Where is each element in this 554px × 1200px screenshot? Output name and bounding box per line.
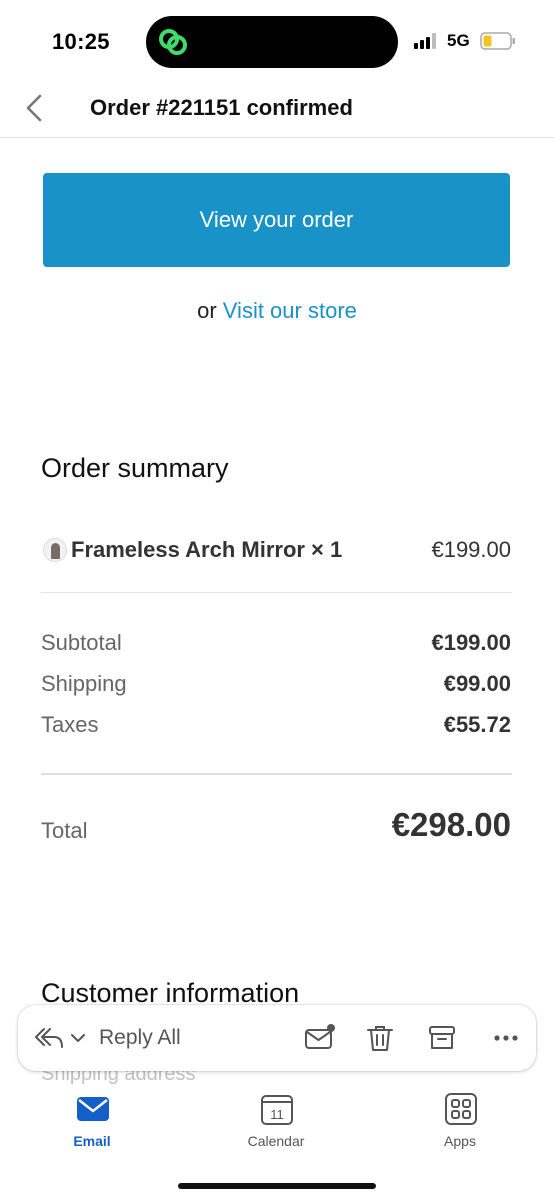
shipping-value: €99.00 — [443, 671, 511, 696]
calendar-day: 11 — [270, 1107, 284, 1122]
reply-all-icon[interactable] — [34, 1025, 64, 1051]
app-link-icon — [159, 29, 187, 55]
nav-bar: Order #221151 confirmed — [0, 84, 554, 138]
reply-toolbar: Reply All — [18, 1005, 536, 1071]
apps-grid-icon — [445, 1093, 477, 1125]
taxes-row: Taxes €55.72 — [41, 712, 511, 742]
divider — [41, 773, 512, 775]
tab-apps-label: Apps — [444, 1133, 476, 1149]
more-icon[interactable] — [490, 1022, 522, 1054]
divider — [41, 592, 512, 593]
reply-all-button[interactable]: Reply All — [99, 1026, 181, 1050]
tab-email[interactable]: Email — [37, 1090, 147, 1154]
shipping-label: Shipping — [41, 671, 127, 696]
view-order-button[interactable]: View your order — [43, 173, 510, 267]
subtotal-value: €199.00 — [431, 630, 511, 655]
or-text: or — [197, 298, 217, 323]
battery-low-icon — [480, 32, 515, 50]
line-item: Frameless Arch Mirror × 1 €199.00 — [41, 535, 511, 567]
taxes-value: €55.72 — [443, 712, 511, 737]
dynamic-island — [146, 16, 398, 68]
status-time: 10:25 — [52, 29, 110, 54]
mail-icon — [77, 1097, 109, 1121]
visit-store-row: or Visit our store — [0, 298, 554, 324]
subtotal-row: Subtotal €199.00 — [41, 630, 511, 660]
line-item-price: €199.00 — [431, 537, 511, 562]
tab-calendar[interactable]: 11 Calendar — [221, 1090, 331, 1154]
home-indicator[interactable] — [178, 1183, 376, 1189]
chevron-down-icon[interactable] — [70, 1031, 86, 1045]
shipping-row: Shipping €99.00 — [41, 671, 511, 701]
total-value: €298.00 — [391, 806, 511, 843]
order-summary-heading: Order summary — [41, 453, 229, 483]
total-label: Total — [41, 818, 88, 843]
taxes-label: Taxes — [41, 712, 99, 737]
tab-email-label: Email — [73, 1133, 111, 1149]
line-item-name: Frameless Arch Mirror × 1 — [71, 537, 343, 562]
product-thumbnail — [43, 538, 67, 562]
status-bar: 10:25 5G — [0, 0, 554, 84]
visit-store-link[interactable]: Visit our store — [223, 298, 357, 323]
signal-bars-icon — [414, 33, 436, 49]
subtotal-label: Subtotal — [41, 630, 122, 655]
network-type: 5G — [447, 31, 470, 50]
total-row: Total €298.00 — [41, 806, 511, 856]
page-title: Order #221151 confirmed — [90, 95, 353, 120]
calendar-icon: 11 — [261, 1095, 293, 1125]
tab-apps[interactable]: Apps — [405, 1090, 515, 1154]
tab-calendar-label: Calendar — [247, 1133, 305, 1149]
mark-unread-icon[interactable] — [304, 1022, 336, 1054]
chevron-left-icon[interactable] — [22, 90, 50, 126]
archive-icon[interactable] — [426, 1022, 458, 1054]
trash-icon[interactable] — [364, 1022, 396, 1054]
